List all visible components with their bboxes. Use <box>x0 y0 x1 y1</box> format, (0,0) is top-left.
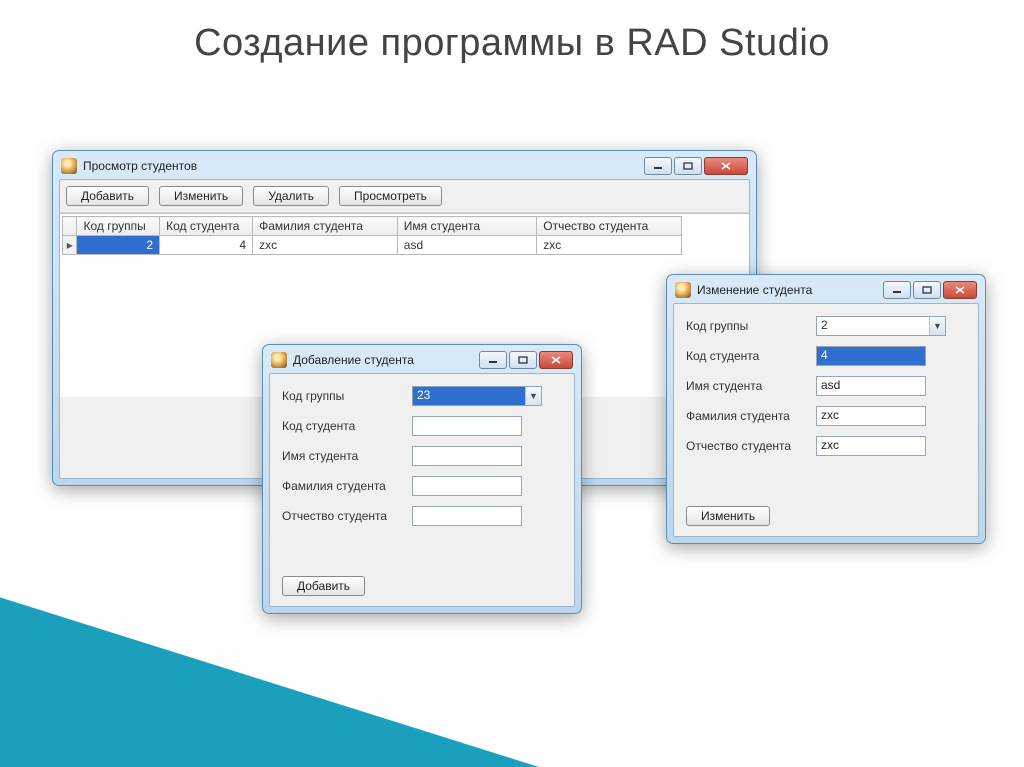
student-code-input[interactable]: 4 <box>816 346 926 366</box>
app-icon <box>271 352 287 368</box>
window-title: Изменение студента <box>697 283 812 297</box>
col-lname[interactable]: Фамилия студента <box>253 217 398 236</box>
label-student: Код студента <box>282 419 402 433</box>
close-button[interactable] <box>704 157 748 175</box>
minimize-button[interactable] <box>479 351 507 369</box>
first-name-input[interactable]: asd <box>816 376 926 396</box>
app-icon <box>61 158 77 174</box>
student-code-input[interactable] <box>412 416 522 436</box>
window-add-student: Добавление студента Код группы 23 ▼ Код … <box>262 344 582 614</box>
group-value[interactable]: 2 <box>817 317 929 335</box>
col-fname[interactable]: Имя студента <box>397 217 537 236</box>
minimize-button[interactable] <box>644 157 672 175</box>
cell-mname[interactable]: zxc <box>537 236 682 255</box>
label-lname: Фамилия студента <box>282 479 402 493</box>
cell-lname[interactable]: zxc <box>253 236 398 255</box>
close-button[interactable] <box>539 351 573 369</box>
chevron-down-icon[interactable]: ▼ <box>525 387 541 405</box>
label-fname: Имя студента <box>686 379 806 393</box>
delete-button[interactable]: Удалить <box>253 186 329 206</box>
col-student[interactable]: Код студента <box>160 217 253 236</box>
titlebar[interactable]: Просмотр студентов <box>59 157 750 179</box>
middle-name-input[interactable]: zxc <box>816 436 926 456</box>
students-grid[interactable]: Код группы Код студента Фамилия студента… <box>62 216 682 255</box>
col-group[interactable]: Код группы <box>77 217 160 236</box>
table-row[interactable]: ▸ 2 4 zxc asd zxc <box>63 236 682 255</box>
row-marker-icon: ▸ <box>63 236 77 255</box>
maximize-button[interactable] <box>913 281 941 299</box>
cell-group[interactable]: 2 <box>77 236 160 255</box>
first-name-input[interactable] <box>412 446 522 466</box>
minimize-button[interactable] <box>883 281 911 299</box>
col-mname[interactable]: Отчество студента <box>537 217 682 236</box>
cell-fname[interactable]: asd <box>397 236 537 255</box>
view-button[interactable]: Просмотреть <box>339 186 442 206</box>
grid-corner <box>63 217 77 236</box>
maximize-button[interactable] <box>509 351 537 369</box>
label-mname: Отчество студента <box>282 509 402 523</box>
label-group: Код группы <box>282 389 402 403</box>
middle-name-input[interactable] <box>412 506 522 526</box>
close-button[interactable] <box>943 281 977 299</box>
app-icon <box>675 282 691 298</box>
slide-title: Создание программы в RAD Studio <box>0 0 1024 68</box>
label-fname: Имя студента <box>282 449 402 463</box>
edit-button[interactable]: Изменить <box>159 186 243 206</box>
last-name-input[interactable] <box>412 476 522 496</box>
maximize-button[interactable] <box>674 157 702 175</box>
toolbar: Добавить Изменить Удалить Просмотреть <box>60 180 749 213</box>
chevron-down-icon[interactable]: ▼ <box>929 317 945 335</box>
decorative-triangle <box>0 597 540 767</box>
window-edit-student: Изменение студента Код группы 2 ▼ Код ст… <box>666 274 986 544</box>
titlebar[interactable]: Добавление студента <box>269 351 575 373</box>
submit-edit-button[interactable]: Изменить <box>686 506 770 526</box>
group-value[interactable]: 23 <box>413 387 525 405</box>
group-combobox[interactable]: 23 ▼ <box>412 386 542 406</box>
titlebar[interactable]: Изменение студента <box>673 281 979 303</box>
add-button[interactable]: Добавить <box>66 186 149 206</box>
label-group: Код группы <box>686 319 806 333</box>
last-name-input[interactable]: zxc <box>816 406 926 426</box>
window-title: Просмотр студентов <box>83 159 197 173</box>
label-student: Код студента <box>686 349 806 363</box>
label-mname: Отчество студента <box>686 439 806 453</box>
label-lname: Фамилия студента <box>686 409 806 423</box>
window-title: Добавление студента <box>293 353 414 367</box>
submit-add-button[interactable]: Добавить <box>282 576 365 596</box>
cell-student[interactable]: 4 <box>160 236 253 255</box>
group-combobox[interactable]: 2 ▼ <box>816 316 946 336</box>
